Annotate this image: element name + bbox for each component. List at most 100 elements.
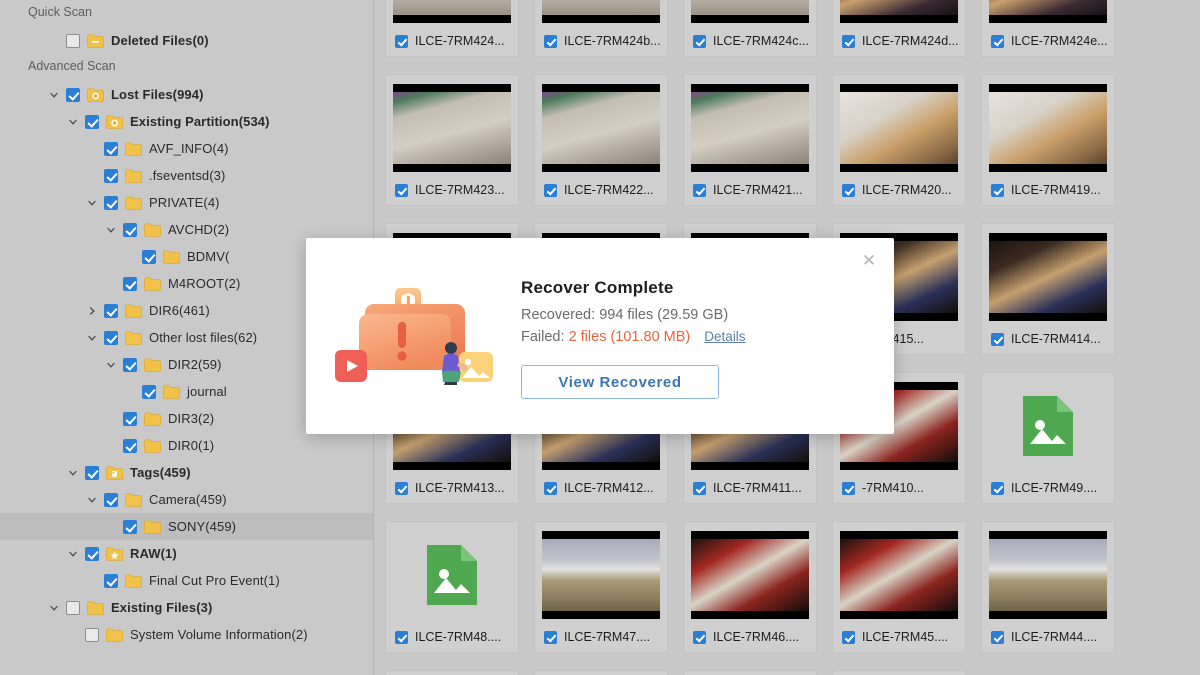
close-icon[interactable]: ✕ <box>858 250 880 272</box>
tree-item[interactable]: .fseventsd(3) <box>0 162 373 189</box>
tree-item-checkbox[interactable] <box>123 222 137 237</box>
photo-thumbnail <box>989 233 1107 321</box>
tree-item-checkbox[interactable] <box>85 627 99 642</box>
tree-item-checkbox[interactable] <box>123 411 137 426</box>
thumbnail-tile[interactable]: ILCE-7RM424b... <box>534 0 668 57</box>
thumbnail-tile[interactable]: ILCE-7RM424c... <box>683 0 817 57</box>
tree-item[interactable]: SONY(459) <box>0 513 373 540</box>
thumbnail-checkbox[interactable] <box>991 34 1004 48</box>
thumbnail-tile[interactable]: ILCE-7RM45.... <box>832 521 966 653</box>
thumbnail-tile[interactable]: ILCE-7RM47.... <box>534 521 668 653</box>
tree-item-checkbox[interactable] <box>123 519 137 534</box>
thumbnail-filename: ILCE-7RM424e... <box>1011 34 1108 48</box>
chevron-down-icon[interactable] <box>85 495 99 505</box>
tree-item-label: Existing Partition(534) <box>130 114 270 129</box>
tree-item[interactable]: DIR0(1) <box>0 432 373 459</box>
thumbnail-checkbox[interactable] <box>395 34 408 48</box>
chevron-down-icon[interactable] <box>85 333 99 343</box>
thumbnail-checkbox[interactable] <box>842 481 855 495</box>
thumbnail-checkbox[interactable] <box>842 630 855 644</box>
tree-item-checkbox[interactable] <box>123 357 137 372</box>
tree-item[interactable]: RAW(1) <box>0 540 373 567</box>
thumbnail-checkbox[interactable] <box>395 481 408 495</box>
chevron-right-icon[interactable] <box>85 306 99 316</box>
tree-item[interactable]: Existing Files(3) <box>0 594 373 621</box>
thumbnail-tile[interactable]: ILCE-7RM40.... <box>832 670 966 675</box>
chevron-down-icon[interactable] <box>66 117 80 127</box>
thumbnail-tile[interactable]: ILCE-7RM44.... <box>981 521 1115 653</box>
thumbnail-caption: ILCE-7RM424... <box>386 32 518 50</box>
thumbnail-checkbox[interactable] <box>693 183 706 197</box>
tree-item[interactable]: System Volume Information(2) <box>0 621 373 648</box>
thumbnail-checkbox[interactable] <box>395 630 408 644</box>
tree-item[interactable]: Tags(459) <box>0 459 373 486</box>
thumbnail-checkbox[interactable] <box>991 481 1004 495</box>
tree-item-checkbox[interactable] <box>104 303 118 318</box>
tree-item-checkbox[interactable] <box>104 168 118 183</box>
thumbnail-tile[interactable]: ILCE-7RM421... <box>683 74 817 206</box>
tree-item[interactable]: AVF_INFO(4) <box>0 135 373 162</box>
thumbnail-checkbox[interactable] <box>693 34 706 48</box>
tree-item-checkbox[interactable] <box>66 87 80 102</box>
tree-item-checkbox[interactable] <box>142 249 156 264</box>
chevron-down-icon[interactable] <box>47 90 61 100</box>
thumbnail-tile[interactable]: ILCE-7RM424... <box>385 0 519 57</box>
tree-item[interactable]: Deleted Files(0) <box>0 27 373 54</box>
tree-item-checkbox[interactable] <box>104 330 118 345</box>
thumbnail-checkbox[interactable] <box>395 183 408 197</box>
tree-item-checkbox[interactable] <box>123 276 137 291</box>
thumbnail-checkbox[interactable] <box>991 332 1004 346</box>
thumbnail-checkbox[interactable] <box>544 481 557 495</box>
tree-item-label: Camera(459) <box>149 492 227 507</box>
thumbnail-checkbox[interactable] <box>693 481 706 495</box>
tree-item[interactable]: PRIVATE(4) <box>0 189 373 216</box>
thumbnail-tile[interactable]: ILCE-7RM423... <box>385 74 519 206</box>
tree-item-checkbox[interactable] <box>85 465 99 480</box>
tree-item[interactable]: Lost Files(994) <box>0 81 373 108</box>
thumbnail-tile[interactable]: ILCE-7RM414... <box>981 223 1115 355</box>
thumbnail-checkbox[interactable] <box>544 34 557 48</box>
chevron-down-icon[interactable] <box>66 549 80 559</box>
chevron-down-icon[interactable] <box>47 603 61 613</box>
section-label-advanced-scan: Advanced Scan <box>28 59 116 73</box>
tree-item-checkbox[interactable] <box>66 600 80 615</box>
thumbnail-tile[interactable]: ILCE-7RM48.... <box>385 521 519 653</box>
thumbnail-caption: ILCE-7RM424c... <box>684 32 816 50</box>
thumbnail-tile[interactable]: ILCE-7RM46.... <box>683 521 817 653</box>
tree-item-checkbox[interactable] <box>66 33 80 48</box>
thumbnail-tile[interactable]: ILCE-7RM43.... <box>385 670 519 675</box>
thumbnail-checkbox[interactable] <box>544 630 557 644</box>
thumbnail-checkbox[interactable] <box>842 34 855 48</box>
tree-item-checkbox[interactable] <box>85 546 99 561</box>
tree-item[interactable]: Camera(459) <box>0 486 373 513</box>
thumbnail-tile[interactable]: ILCE-7RM419... <box>981 74 1115 206</box>
tree-item-checkbox[interactable] <box>104 141 118 156</box>
thumbnail-tile[interactable]: ILCE-7RM42.... <box>534 670 668 675</box>
thumbnail-checkbox[interactable] <box>842 183 855 197</box>
thumbnail-tile[interactable]: ILCE-7RM424e... <box>981 0 1115 57</box>
photo-content <box>989 241 1107 313</box>
tree-item-checkbox[interactable] <box>104 195 118 210</box>
thumbnail-checkbox[interactable] <box>544 183 557 197</box>
thumbnail-tile[interactable]: ILCE-7RM422... <box>534 74 668 206</box>
tree-item-checkbox[interactable] <box>104 573 118 588</box>
chevron-down-icon[interactable] <box>66 468 80 478</box>
view-recovered-button[interactable]: View Recovered <box>521 365 719 399</box>
thumbnail-tile[interactable]: ILCE-7RM420... <box>832 74 966 206</box>
tree-item[interactable]: Final Cut Pro Event(1) <box>0 567 373 594</box>
thumbnail-tile[interactable]: ILCE-7RM424d... <box>832 0 966 57</box>
chevron-down-icon[interactable] <box>104 225 118 235</box>
thumbnail-checkbox[interactable] <box>991 183 1004 197</box>
chevron-down-icon[interactable] <box>104 360 118 370</box>
details-link[interactable]: Details <box>704 329 745 344</box>
tree-item-checkbox[interactable] <box>104 492 118 507</box>
thumbnail-tile[interactable]: ILCE-7RM41.... <box>683 670 817 675</box>
thumbnail-tile[interactable]: ILCE-7RM49.... <box>981 372 1115 504</box>
tree-item-checkbox[interactable] <box>123 438 137 453</box>
thumbnail-checkbox[interactable] <box>693 630 706 644</box>
chevron-down-icon[interactable] <box>85 198 99 208</box>
tree-item-checkbox[interactable] <box>142 384 156 399</box>
tree-item-checkbox[interactable] <box>85 114 99 129</box>
thumbnail-checkbox[interactable] <box>991 630 1004 644</box>
tree-item[interactable]: Existing Partition(534) <box>0 108 373 135</box>
